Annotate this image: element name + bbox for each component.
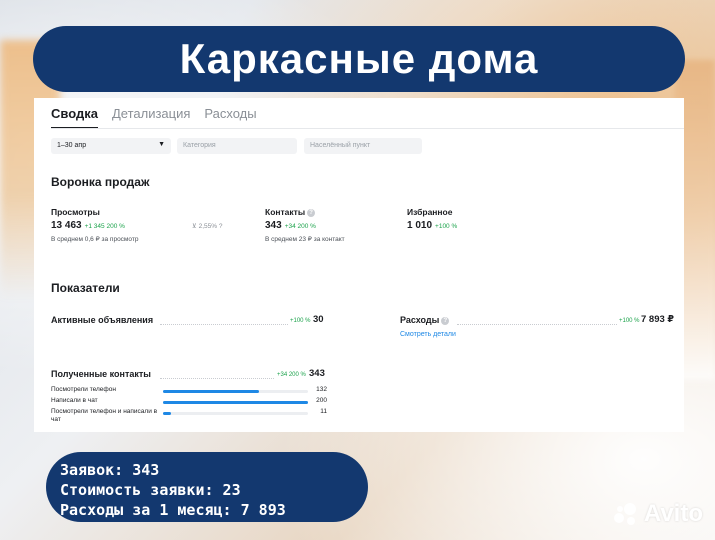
received-contacts-label: Полученные контакты <box>51 369 151 379</box>
summary-request-cost: Стоимость заявки: 23 <box>60 481 241 499</box>
contact-bar-track <box>163 390 308 393</box>
filter-icon: ⊻ <box>192 223 197 230</box>
contact-row-label: Написали в чат <box>51 397 98 404</box>
dotted-leader <box>160 378 274 379</box>
info-icon[interactable]: ? <box>307 209 316 217</box>
active-ads-delta: +100 % <box>290 318 311 324</box>
tab-divider <box>51 128 684 129</box>
tab-details[interactable]: Детализация <box>112 106 190 129</box>
contact-row-label: Посмотрели телефон и написали в чат <box>51 408 158 423</box>
banner-title: Каркасные дома <box>179 35 539 82</box>
avito-logo-icon <box>613 503 640 525</box>
contact-bar-track <box>163 401 308 404</box>
indicators-title: Показатели <box>51 281 120 295</box>
summary-requests: Заявок: 343 <box>60 461 160 479</box>
favorites-number: 1 010 <box>407 220 433 231</box>
views-label: Просмотры <box>51 207 100 217</box>
views-value: 13 463 +1 345 200 % <box>51 220 125 231</box>
received-contacts-delta: +34 200 % <box>277 372 306 378</box>
period-value: 1–30 апр <box>57 142 87 149</box>
expenses-value: 7 893 ₽ <box>641 314 675 325</box>
contact-bar-track <box>163 412 308 415</box>
active-ads-label: Активные объявления <box>51 315 154 325</box>
view-details-link[interactable]: Смотреть детали <box>400 331 456 338</box>
contacts-value: 343 +34 200 % <box>265 220 316 231</box>
expenses-label: Расходы? <box>400 315 450 325</box>
contact-row-value: 11 <box>320 408 327 415</box>
city-input[interactable]: Населённый пункт <box>304 138 422 154</box>
conversion-rate: ⊻ 2,55% ? <box>192 222 222 230</box>
avito-watermark: Avito <box>613 500 703 528</box>
summary-banner: Заявок: 343 Стоимость заявки: 23 Расходы… <box>46 452 368 522</box>
dotted-leader <box>457 324 617 325</box>
contact-row-value: 132 <box>316 386 327 393</box>
contacts-label-text: Контакты <box>265 207 306 217</box>
views-number: 13 463 <box>51 220 82 231</box>
tab-expenses[interactable]: Расходы <box>204 106 256 129</box>
contact-row: Написали в чат 200 <box>51 397 327 407</box>
contact-bar-fill <box>163 412 171 415</box>
favorites-label: Избранное <box>407 207 453 217</box>
contact-bar-fill <box>163 401 308 404</box>
expenses-delta: +100 % <box>619 318 640 324</box>
chevron-down-icon: ▼ <box>158 141 165 148</box>
received-contacts-value: 343 <box>309 368 325 379</box>
favorites-delta: +100 % <box>435 223 458 230</box>
period-select[interactable]: 1–30 апр ▼ <box>51 138 171 154</box>
views-note: В среднем 0,6 ₽ за просмотр <box>51 236 139 243</box>
active-ads-value: 30 <box>313 314 324 325</box>
contact-row-value: 200 <box>316 397 327 404</box>
title-banner: Каркасные дома <box>33 26 685 92</box>
views-delta: +1 345 200 % <box>84 223 125 230</box>
info-icon[interactable]: ? <box>441 317 450 325</box>
contacts-number: 343 <box>265 220 282 231</box>
dotted-leader <box>160 324 288 325</box>
contacts-delta: +34 200 % <box>284 223 316 230</box>
contact-bar-fill <box>163 390 259 393</box>
tab-bar: Сводка Детализация Расходы <box>51 106 257 129</box>
conversion-value: 2,55% ? <box>198 223 223 230</box>
favorites-value: 1 010 +100 % <box>407 220 457 231</box>
category-input[interactable]: Категория <box>177 138 297 154</box>
contacts-note: В среднем 23 ₽ за контакт <box>265 236 345 243</box>
contact-row: Посмотрели телефон 132 <box>51 386 327 396</box>
funnel-title: Воронка продаж <box>51 175 150 189</box>
summary-monthly-expenses: Расходы за 1 месяц: 7 893 <box>60 501 286 519</box>
stats-panel: Сводка Детализация Расходы 1–30 апр ▼ Ка… <box>34 98 684 432</box>
tab-summary[interactable]: Сводка <box>51 106 98 129</box>
expenses-label-text: Расходы <box>400 315 440 325</box>
contact-row: Посмотрели телефон и написали в чат 11 <box>51 408 327 426</box>
avito-wordmark: Avito <box>643 500 703 527</box>
contact-row-label: Посмотрели телефон <box>51 386 116 393</box>
contacts-label: Контакты? <box>265 207 316 217</box>
